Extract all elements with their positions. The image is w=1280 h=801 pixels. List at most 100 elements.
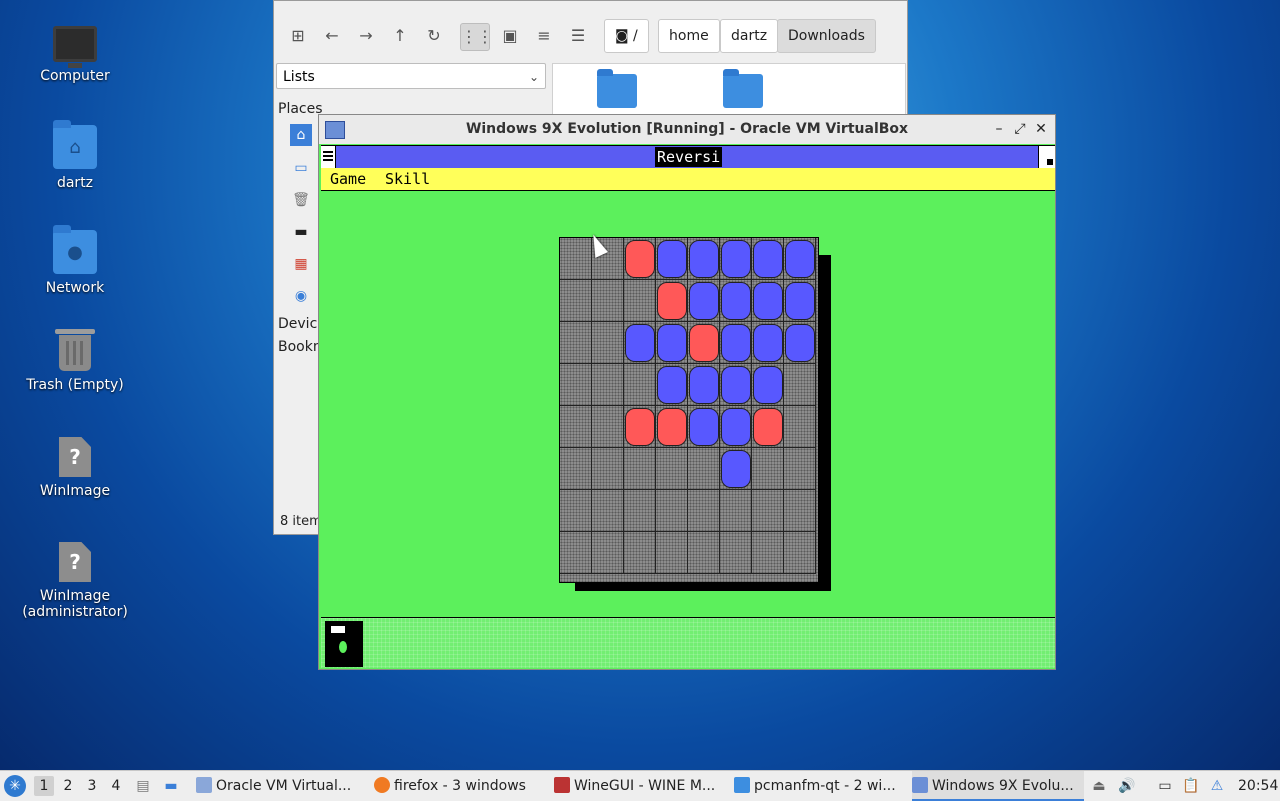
workspace-3[interactable]: 3: [82, 776, 102, 796]
thumbnail-view-icon[interactable]: ▣: [496, 23, 524, 49]
forward-icon[interactable]: →: [352, 23, 380, 49]
board-cell[interactable]: [720, 238, 752, 280]
board-cell[interactable]: [592, 280, 624, 322]
minimize-button[interactable]: –: [989, 115, 1009, 144]
board-cell[interactable]: [592, 532, 624, 574]
back-icon[interactable]: ←: [318, 23, 346, 49]
board-cell[interactable]: [752, 238, 784, 280]
board-cell[interactable]: [624, 532, 656, 574]
network-icon[interactable]: ▭: [1156, 777, 1174, 795]
side-pane-mode-select[interactable]: Lists ⌄: [276, 63, 546, 89]
board-cell[interactable]: [784, 322, 816, 364]
desktop-icon-winimage-admin[interactable]: ? WinImage (administrator): [20, 542, 130, 620]
board-cell[interactable]: [624, 448, 656, 490]
task-oracle-vm[interactable]: Oracle VM Virtual...: [196, 771, 366, 801]
computer-icon[interactable]: ▬: [290, 221, 312, 243]
board-cell[interactable]: [592, 448, 624, 490]
board-cell[interactable]: [784, 490, 816, 532]
workspace-4[interactable]: 4: [106, 776, 126, 796]
breadcrumb-home[interactable]: home: [658, 19, 720, 53]
board-cell[interactable]: [656, 532, 688, 574]
detailed-view-icon[interactable]: ☰: [564, 23, 592, 49]
board-cell[interactable]: [560, 238, 592, 280]
reversi-board[interactable]: [559, 237, 819, 583]
file-manager-launcher-icon[interactable]: ▤: [134, 777, 152, 795]
board-cell[interactable]: [720, 322, 752, 364]
show-desktop-icon[interactable]: ▬: [162, 777, 180, 795]
board-cell[interactable]: [592, 406, 624, 448]
board-cell[interactable]: [784, 448, 816, 490]
close-button[interactable]: ✕: [1031, 115, 1051, 144]
board-cell[interactable]: [720, 532, 752, 574]
board-cell[interactable]: [560, 532, 592, 574]
board-cell[interactable]: [784, 364, 816, 406]
board-cell[interactable]: [656, 448, 688, 490]
system-menu-button[interactable]: [321, 146, 336, 168]
board-cell[interactable]: [656, 280, 688, 322]
board-cell[interactable]: [752, 280, 784, 322]
compact-view-icon[interactable]: ≡: [530, 23, 558, 49]
task-firefox[interactable]: firefox - 3 windows: [374, 771, 542, 801]
board-cell[interactable]: [688, 490, 720, 532]
task-pcmanfm[interactable]: pcmanfm-qt - 2 wi...: [734, 771, 902, 801]
board-cell[interactable]: [688, 406, 720, 448]
board-cell[interactable]: [560, 490, 592, 532]
board-cell[interactable]: [560, 448, 592, 490]
volume-icon[interactable]: 🔊: [1118, 777, 1136, 795]
new-tab-icon[interactable]: ⊞: [284, 23, 312, 49]
board-cell[interactable]: [688, 280, 720, 322]
menu-game[interactable]: Game: [330, 168, 366, 190]
board-cell[interactable]: [720, 448, 752, 490]
reversi-titlebar[interactable]: Reversi: [321, 145, 1055, 169]
applications-icon[interactable]: ▦: [290, 253, 312, 275]
task-windows-9x[interactable]: Windows 9X Evolu...: [912, 771, 1084, 801]
board-cell[interactable]: [656, 490, 688, 532]
board-cell[interactable]: [624, 238, 656, 280]
home-icon[interactable]: ⌂: [290, 124, 312, 146]
reversi-maximize-button[interactable]: [1038, 146, 1055, 168]
maximize-button[interactable]: ⤢: [1010, 115, 1030, 144]
breadcrumb-downloads[interactable]: Downloads: [777, 19, 876, 53]
desktop-icon-dartz[interactable]: ⌂ dartz: [20, 120, 130, 191]
virtualbox-titlebar[interactable]: Windows 9X Evolution [Running] - Oracle …: [319, 115, 1055, 144]
desktop-icon-network[interactable]: ● Network: [20, 225, 130, 296]
board-cell[interactable]: [560, 280, 592, 322]
board-cell[interactable]: [560, 322, 592, 364]
menu-skill[interactable]: Skill: [385, 168, 430, 190]
board-cell[interactable]: [592, 364, 624, 406]
board-cell[interactable]: [624, 280, 656, 322]
board-cell[interactable]: [720, 364, 752, 406]
board-cell[interactable]: [720, 406, 752, 448]
breadcrumb-dartz[interactable]: dartz: [720, 19, 779, 53]
board-cell[interactable]: [720, 490, 752, 532]
tray-expand-icon[interactable]: ⏏: [1090, 777, 1108, 795]
task-winegui[interactable]: WineGUI - WINE M...: [554, 771, 724, 801]
workspace-2[interactable]: 2: [58, 776, 78, 796]
board-cell[interactable]: [656, 406, 688, 448]
board-cell[interactable]: [784, 406, 816, 448]
desktop-icon-trash[interactable]: Trash (Empty): [20, 329, 130, 393]
board-cell[interactable]: [784, 280, 816, 322]
board-cell[interactable]: [688, 532, 720, 574]
update-notifier-icon[interactable]: ⚠: [1208, 777, 1226, 795]
board-cell[interactable]: [624, 364, 656, 406]
board-cell[interactable]: [720, 280, 752, 322]
board-cell[interactable]: [688, 448, 720, 490]
folder-icon[interactable]: [597, 69, 637, 108]
board-cell[interactable]: [752, 448, 784, 490]
board-cell[interactable]: [784, 532, 816, 574]
board-cell[interactable]: [560, 364, 592, 406]
clipboard-icon[interactable]: 📋: [1182, 777, 1200, 795]
clock[interactable]: 20:54: [1238, 771, 1278, 801]
board-cell[interactable]: [560, 406, 592, 448]
board-cell[interactable]: [752, 490, 784, 532]
board-cell[interactable]: [656, 238, 688, 280]
board-cell[interactable]: [752, 532, 784, 574]
desktop-icon-computer[interactable]: Computer: [20, 18, 130, 84]
board-cell[interactable]: [624, 406, 656, 448]
desktop-icon[interactable]: ▭: [290, 157, 312, 179]
icon-view-icon[interactable]: ⋮⋮: [460, 23, 493, 51]
board-cell[interactable]: [752, 322, 784, 364]
board-cell[interactable]: [752, 364, 784, 406]
board-cell[interactable]: [688, 238, 720, 280]
